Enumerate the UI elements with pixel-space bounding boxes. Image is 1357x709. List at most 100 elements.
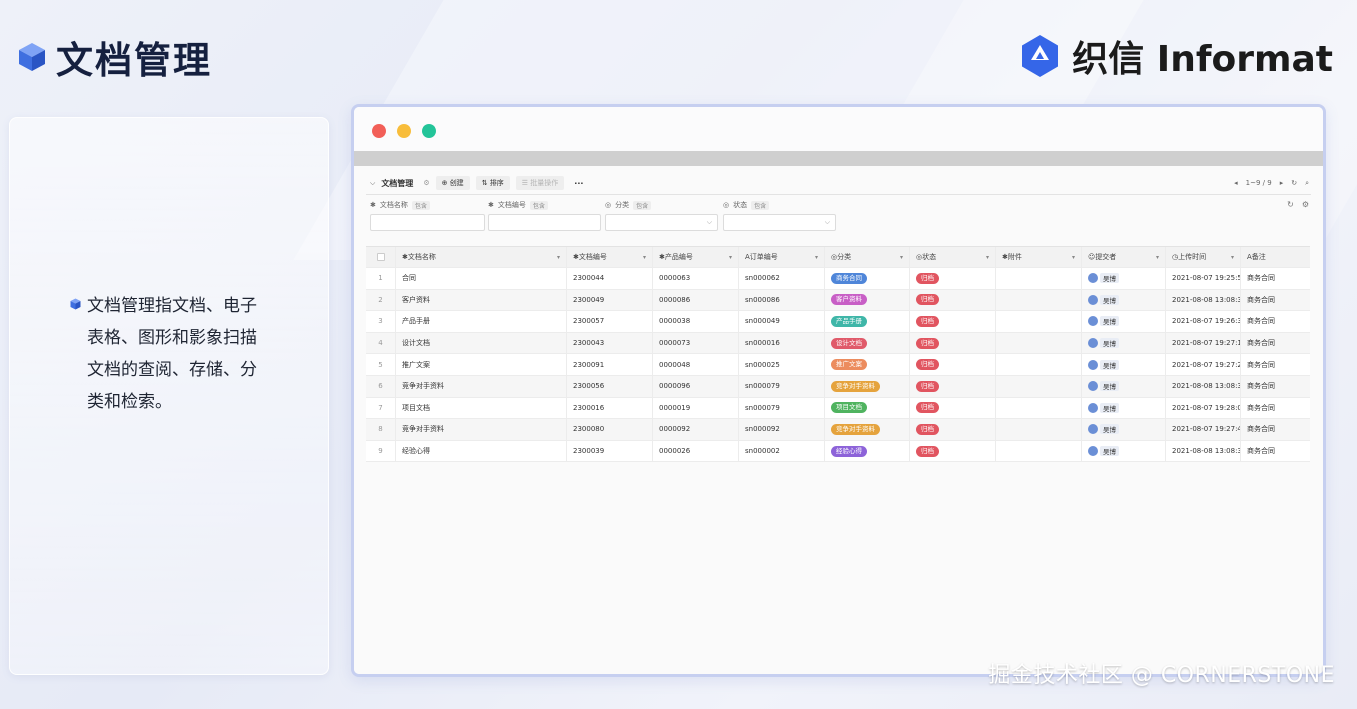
chevron-down-icon[interactable]: ▾ bbox=[729, 254, 732, 261]
doc-no-cell[interactable]: 2300056 bbox=[567, 375, 653, 397]
table-row[interactable]: 2 客户资料 2300049 0000086 sn000086 客户资料 归档 吴博 2021-… bbox=[366, 289, 1310, 312]
close-window-button[interactable] bbox=[372, 124, 386, 138]
col-header[interactable]: ◷ 上传时间 ▾ bbox=[1166, 247, 1241, 267]
filter-operator[interactable]: 包含 bbox=[633, 200, 652, 210]
product-no-cell[interactable]: 0000096 bbox=[653, 375, 739, 397]
note-cell[interactable]: 商务合同 bbox=[1241, 376, 1310, 397]
table-row[interactable]: 6 竞争对手资料 2300056 0000096 sn000079 竞争对手资料 归档 吴博 2… bbox=[366, 375, 1310, 398]
upload-time-cell[interactable]: 2021-08-07 19:25:59 bbox=[1166, 268, 1241, 289]
submitter-cell[interactable]: 吴博 bbox=[1082, 419, 1166, 440]
doc-name-cell[interactable]: 经验心得 bbox=[396, 440, 567, 462]
upload-time-cell[interactable]: 2021-08-07 19:27:14 bbox=[1166, 332, 1241, 354]
note-cell[interactable]: 商务合同 bbox=[1241, 419, 1310, 440]
order-no-cell[interactable]: sn000062 bbox=[739, 268, 825, 289]
sort-button[interactable]: ⇅ 排序 bbox=[475, 176, 510, 190]
category-cell[interactable]: 项目文档 bbox=[825, 397, 910, 419]
submitter-cell[interactable]: 吴博 bbox=[1082, 354, 1166, 375]
attachment-cell[interactable] bbox=[996, 354, 1082, 375]
attachment-cell[interactable] bbox=[996, 440, 1082, 462]
product-no-cell[interactable]: 0000092 bbox=[653, 419, 739, 440]
attachment-cell[interactable] bbox=[996, 332, 1082, 354]
col-header[interactable]: A 订单编号 ▾ bbox=[739, 247, 825, 267]
upload-time-cell[interactable]: 2021-08-07 19:28:02 bbox=[1166, 397, 1241, 419]
col-header[interactable]: ✱ 文档编号 ▾ bbox=[567, 247, 653, 267]
doc-no-cell[interactable]: 2300057 bbox=[567, 311, 653, 332]
product-no-cell[interactable]: 0000038 bbox=[653, 311, 739, 332]
upload-time-cell[interactable]: 2021-08-07 19:26:39 bbox=[1166, 311, 1241, 332]
category-cell[interactable]: 竞争对手资料 bbox=[825, 375, 910, 397]
status-cell[interactable]: 归档 bbox=[910, 289, 996, 311]
product-no-cell[interactable]: 0000026 bbox=[653, 440, 739, 462]
doc-no-cell[interactable]: 2300044 bbox=[567, 268, 653, 289]
status-cell[interactable]: 归档 bbox=[910, 397, 996, 419]
chevron-down-icon[interactable]: ▾ bbox=[1231, 254, 1234, 261]
category-cell[interactable]: 设计文档 bbox=[825, 332, 910, 354]
note-cell[interactable]: 商务合同 bbox=[1241, 311, 1310, 332]
table-row[interactable]: 7 项目文档 2300016 0000019 sn000079 项目文档 归档 吴博 2021-… bbox=[366, 397, 1310, 420]
product-no-cell[interactable]: 0000073 bbox=[653, 332, 739, 354]
filter-operator[interactable]: 包含 bbox=[751, 200, 770, 210]
doc-no-cell[interactable]: 2300049 bbox=[567, 289, 653, 311]
status-cell[interactable]: 归档 bbox=[910, 311, 996, 332]
col-header[interactable]: ☺ 提交者 ▾ bbox=[1082, 247, 1166, 267]
doc-no-cell[interactable]: 2300080 bbox=[567, 419, 653, 440]
doc-no-cell[interactable]: 2300039 bbox=[567, 440, 653, 462]
doc-no-cell[interactable]: 2300043 bbox=[567, 332, 653, 354]
submitter-cell[interactable]: 吴博 bbox=[1082, 332, 1166, 354]
submitter-cell[interactable]: 吴博 bbox=[1082, 440, 1166, 462]
status-cell[interactable]: 归档 bbox=[910, 419, 996, 440]
col-header[interactable]: ◎ 分类 ▾ bbox=[825, 247, 910, 267]
note-cell[interactable]: 商务合同 bbox=[1241, 268, 1310, 289]
note-cell[interactable]: 商务合同 bbox=[1241, 290, 1310, 311]
doc-name-cell[interactable]: 产品手册 bbox=[396, 311, 567, 332]
more-button[interactable]: ··· bbox=[574, 179, 583, 188]
chevron-down-icon[interactable]: ▾ bbox=[1156, 254, 1159, 261]
col-header[interactable]: ✱ 附件 ▾ bbox=[996, 247, 1082, 267]
chevron-down-icon[interactable]: ⌵ bbox=[370, 179, 375, 188]
attachment-cell[interactable] bbox=[996, 397, 1082, 419]
attachment-cell[interactable] bbox=[996, 419, 1082, 440]
doc-no-cell[interactable]: 2300091 bbox=[567, 354, 653, 375]
table-row[interactable]: 8 竞争对手资料 2300080 0000092 sn000092 竞争对手资料 归档 吴博 2… bbox=[366, 419, 1310, 441]
product-no-cell[interactable]: 0000086 bbox=[653, 289, 739, 311]
note-cell[interactable]: 商务合同 bbox=[1241, 441, 1310, 462]
doc-no-input[interactable] bbox=[488, 214, 601, 231]
select-all-checkbox[interactable] bbox=[376, 253, 385, 261]
share-icon[interactable]: ⚙ bbox=[423, 179, 429, 187]
doc-name-cell[interactable]: 竞争对手资料 bbox=[396, 419, 567, 440]
refresh-icon[interactable]: ↻ bbox=[1287, 200, 1294, 209]
upload-time-cell[interactable]: 2021-08-07 19:27:44 bbox=[1166, 419, 1241, 440]
chevron-down-icon[interactable]: ▾ bbox=[900, 254, 903, 261]
attachment-cell[interactable] bbox=[996, 268, 1082, 289]
doc-name-cell[interactable]: 设计文档 bbox=[396, 332, 567, 354]
doc-name-input[interactable] bbox=[370, 214, 485, 231]
next-page-icon[interactable]: ▸ bbox=[1280, 179, 1284, 187]
doc-no-cell[interactable]: 2300016 bbox=[567, 397, 653, 419]
submitter-cell[interactable]: 吴博 bbox=[1082, 397, 1166, 419]
minimize-window-button[interactable] bbox=[397, 124, 411, 138]
category-select[interactable]: ⌵ bbox=[605, 214, 718, 231]
submitter-cell[interactable]: 吴博 bbox=[1082, 311, 1166, 332]
attachment-cell[interactable] bbox=[996, 289, 1082, 311]
product-no-cell[interactable]: 0000048 bbox=[653, 354, 739, 375]
order-no-cell[interactable]: sn000002 bbox=[739, 440, 825, 462]
note-cell[interactable]: 商务合同 bbox=[1241, 333, 1310, 354]
create-button[interactable]: ⊕ 创建 bbox=[435, 176, 470, 190]
search-icon[interactable]: ⌕ bbox=[1305, 179, 1309, 188]
order-no-cell[interactable]: sn000079 bbox=[739, 375, 825, 397]
doc-name-cell[interactable]: 合同 bbox=[396, 268, 567, 289]
attachment-cell[interactable] bbox=[996, 311, 1082, 332]
col-header[interactable]: A 备注 bbox=[1241, 247, 1310, 267]
maximize-window-button[interactable] bbox=[422, 124, 436, 138]
col-header[interactable]: ◎ 状态 ▾ bbox=[910, 247, 996, 267]
status-cell[interactable]: 归档 bbox=[910, 440, 996, 462]
table-row[interactable]: 4 设计文档 2300043 0000073 sn000016 设计文档 归档 吴博 2021-… bbox=[366, 332, 1310, 355]
upload-time-cell[interactable]: 2021-08-08 13:08:33 bbox=[1166, 440, 1241, 462]
status-cell[interactable]: 归档 bbox=[910, 268, 996, 289]
filter-operator[interactable]: 包含 bbox=[529, 200, 548, 210]
status-select[interactable]: ⌵ bbox=[723, 214, 836, 231]
submitter-cell[interactable]: 吴博 bbox=[1082, 375, 1166, 397]
status-cell[interactable]: 归档 bbox=[910, 332, 996, 354]
category-cell[interactable]: 商务合同 bbox=[825, 268, 910, 289]
chevron-down-icon[interactable]: ▾ bbox=[986, 254, 989, 261]
